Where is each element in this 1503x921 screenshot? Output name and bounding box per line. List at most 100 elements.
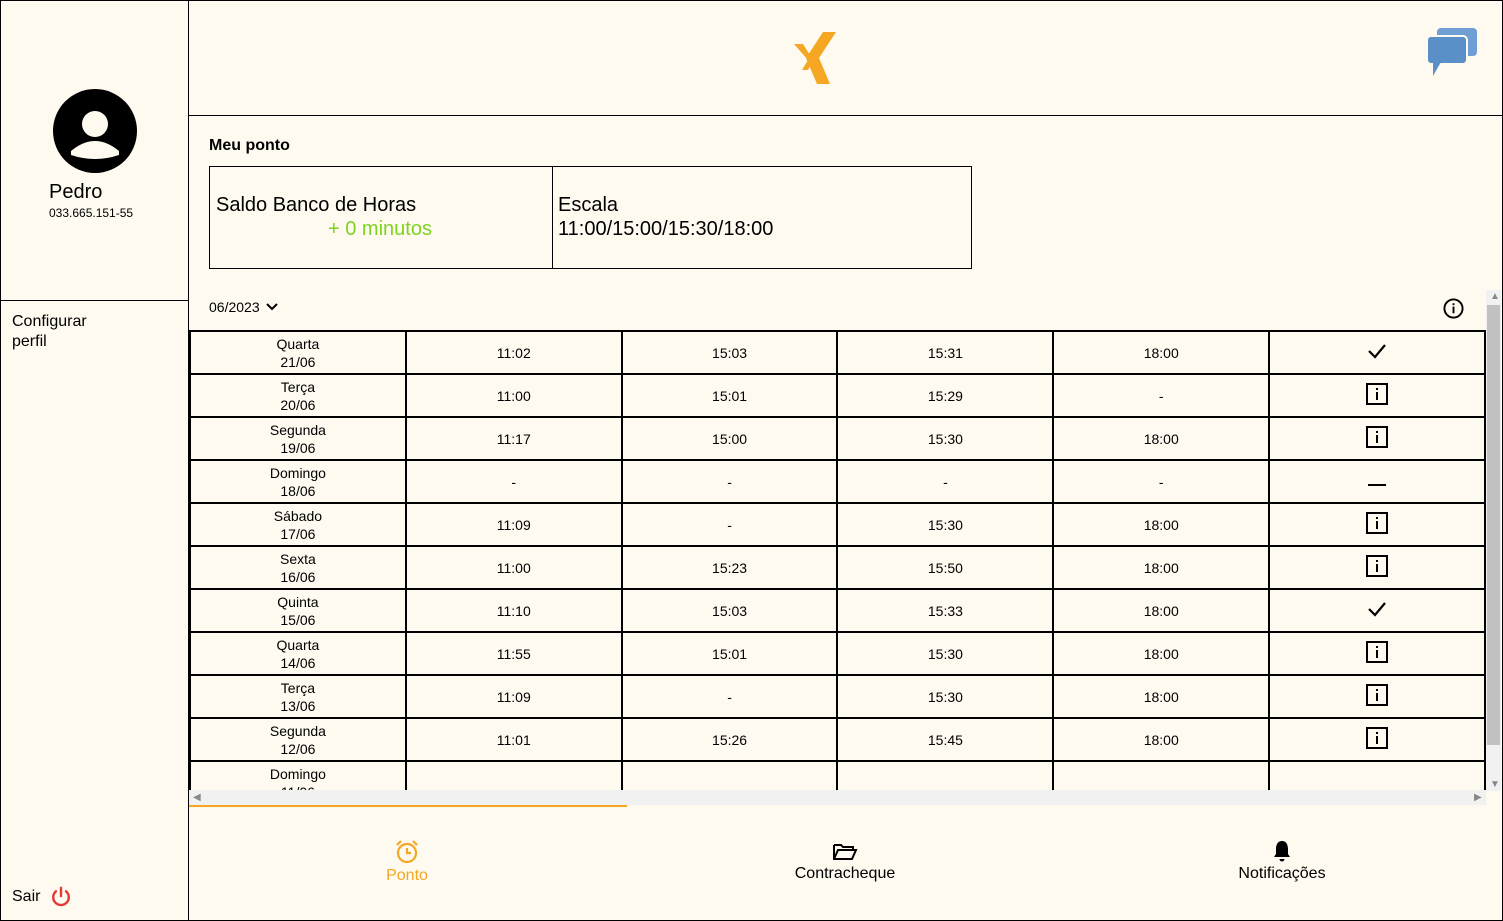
- info-box-icon[interactable]: [1366, 426, 1389, 448]
- user-name: Pedro: [49, 181, 103, 203]
- info-box-icon[interactable]: [1366, 555, 1389, 577]
- nav-contracheque[interactable]: Contracheque: [695, 839, 995, 883]
- table-row[interactable]: Domingo11/06: [189, 760, 1486, 790]
- scroll-right-arrow-icon[interactable]: ▶: [1474, 792, 1482, 803]
- day-cell: Quarta 14/06: [189, 631, 407, 676]
- punch-time-cell: -: [404, 459, 623, 504]
- table-row[interactable]: Sexta 16/06 11:00 15:23 15:50 18:00: [189, 545, 1486, 590]
- nav-notificacoes[interactable]: Notificações: [1132, 839, 1432, 883]
- table-row[interactable]: Segunda 12/06 11:01 15:26 15:45 18:00: [189, 717, 1486, 762]
- punch-time-cell: 11:00: [404, 373, 623, 418]
- balance-value: + 0 minutos: [328, 218, 432, 240]
- chat-icon[interactable]: [1425, 26, 1479, 80]
- table-row[interactable]: Terça 20/06 11:00 15:01 15:29-: [189, 373, 1486, 418]
- profile-panel: Pedro 033.665.151-55: [0, 0, 188, 301]
- day-cell: Segunda 19/06: [189, 416, 407, 461]
- timesheet-table: Quarta 21/06 11:02 15:03 15:31 18:00 Terça 20/0…: [189, 330, 1486, 790]
- punch-time-cell: 15:30: [836, 631, 1055, 676]
- bell-icon: [1274, 841, 1290, 862]
- schedule-panel: Escala 11:00/15:00/15:30/18:00: [553, 167, 971, 268]
- date: 14/06: [280, 654, 316, 671]
- horizontal-scrollbar[interactable]: [189, 790, 1486, 805]
- table-row[interactable]: Quinta 15/06 11:10 15:03 15:33 18:00: [189, 588, 1486, 633]
- punch-time-cell: 18:00: [1052, 674, 1271, 719]
- scroll-up-arrow-icon[interactable]: ▲: [1490, 291, 1500, 302]
- weekday: Terça: [280, 378, 316, 395]
- dash-icon: [1368, 483, 1387, 486]
- punch-time-cell: 11:10: [404, 588, 623, 633]
- weekday: Sexta: [280, 550, 316, 567]
- punch-time-cell: 15:31: [836, 330, 1055, 375]
- status-cell: [1268, 588, 1486, 633]
- status-cell: [1268, 674, 1486, 719]
- date: 13/06: [280, 697, 316, 714]
- punch-time-cell: [620, 760, 839, 790]
- punch-time-cell: -: [620, 674, 839, 719]
- punch-time-cell: -: [1052, 459, 1271, 504]
- day-cell: Domingo 18/06: [189, 459, 407, 504]
- punch-time-cell: 15:01: [620, 373, 839, 418]
- info-box-icon[interactable]: [1366, 512, 1389, 534]
- nav-ponto[interactable]: Ponto: [257, 839, 557, 885]
- check-icon: [1368, 344, 1386, 359]
- page-title: Meu ponto: [209, 137, 290, 154]
- info-icon[interactable]: [1443, 298, 1464, 319]
- timesheet-table-container[interactable]: Quarta 21/06 11:02 15:03 15:31 18:00 Terça 20/0…: [189, 330, 1486, 790]
- folder-open-icon: [833, 844, 858, 860]
- punch-time-cell: 15:30: [836, 502, 1055, 547]
- info-box-icon[interactable]: [1366, 727, 1389, 749]
- day-cell: Quinta 15/06: [189, 588, 407, 633]
- config-profile-link[interactable]: Configurar perfil: [12, 312, 112, 352]
- punch-time-cell: 15:29: [836, 373, 1055, 418]
- info-box-icon[interactable]: [1366, 383, 1389, 405]
- weekday: Domingo: [269, 765, 326, 782]
- table-row[interactable]: Terça 13/06 11:09-15:30 18:00: [189, 674, 1486, 719]
- table-row[interactable]: Quarta 21/06 11:02 15:03 15:31 18:00: [189, 330, 1486, 375]
- punch-time-cell: 15:26: [620, 717, 839, 762]
- punch-time-cell: 11:09: [404, 674, 623, 719]
- schedule-value: 11:00/15:00/15:30/18:00: [558, 218, 774, 240]
- punch-time-cell: 11:02: [404, 330, 623, 375]
- date: 18/06: [280, 482, 316, 499]
- punch-time-cell: 15:30: [836, 416, 1055, 461]
- logout-button[interactable]: Sair: [12, 886, 72, 908]
- punch-time-cell: 15:33: [836, 588, 1055, 633]
- status-cell: [1268, 373, 1486, 418]
- punch-time-cell: 15:45: [836, 717, 1055, 762]
- day-cell: Quarta 21/06: [189, 330, 407, 375]
- user-id: 033.665.151-55: [49, 206, 134, 220]
- day-cell: Sexta 16/06: [189, 545, 407, 590]
- month-select[interactable]: 06/2023: [209, 299, 278, 315]
- punch-time-cell: -: [620, 502, 839, 547]
- punch-time-cell: 11:00: [404, 545, 623, 590]
- table-row[interactable]: Segunda 19/06 11:17 15:00 15:30 18:00: [189, 416, 1486, 461]
- vertical-scrollbar-thumb[interactable]: [1487, 305, 1500, 745]
- nav-notificacoes-label: Notificações: [1238, 865, 1326, 882]
- date: 20/06: [280, 396, 316, 413]
- logout-label: Sair: [12, 888, 41, 905]
- table-row[interactable]: Sábado 17/06 11:09-15:30 18:00: [189, 502, 1486, 547]
- nav-contracheque-label: Contracheque: [794, 865, 896, 882]
- top-header: [189, 0, 1502, 116]
- day-cell: Terça 20/06: [189, 373, 407, 418]
- punch-time-cell: 11:09: [404, 502, 623, 547]
- info-box-icon[interactable]: [1366, 684, 1389, 706]
- info-box-icon[interactable]: [1366, 641, 1389, 663]
- status-cell: [1268, 459, 1486, 504]
- weekday: Quarta: [276, 636, 320, 653]
- day-cell: Sábado 17/06: [189, 502, 407, 547]
- status-cell: [1268, 760, 1486, 790]
- table-row[interactable]: Quarta 14/06 11:55 15:01 15:30 18:00: [189, 631, 1486, 676]
- punch-time-cell: 15:50: [836, 545, 1055, 590]
- punch-time-cell: 15:23: [620, 545, 839, 590]
- punch-time-cell: 15:30: [836, 674, 1055, 719]
- date: 12/06: [280, 740, 316, 757]
- day-cell: Segunda 12/06: [189, 717, 407, 762]
- scroll-down-arrow-icon[interactable]: ▼: [1490, 779, 1500, 790]
- balance-label: Saldo Banco de Horas: [216, 194, 417, 216]
- status-cell: [1268, 416, 1486, 461]
- table-row[interactable]: Domingo 18/06- - - -: [189, 459, 1486, 504]
- punch-time-cell: [1052, 760, 1271, 790]
- scroll-left-arrow-icon[interactable]: ◀: [193, 792, 201, 803]
- punch-time-cell: 11:01: [404, 717, 623, 762]
